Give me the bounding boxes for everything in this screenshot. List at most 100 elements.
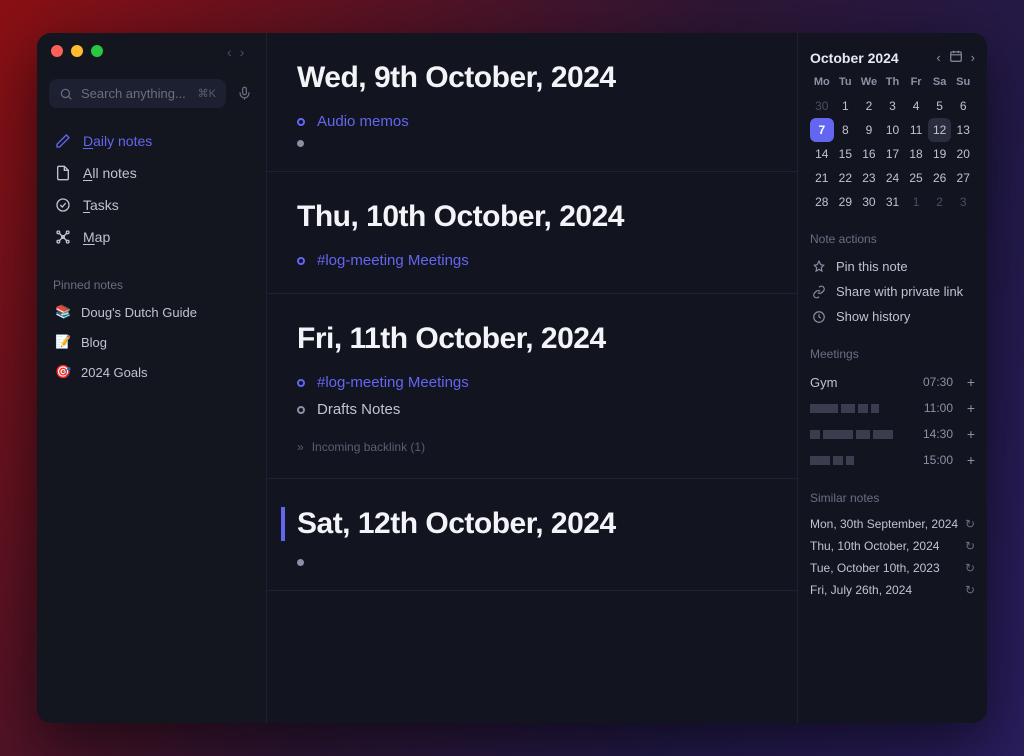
calendar-day[interactable]: 17 bbox=[881, 142, 905, 166]
similar-note-item[interactable]: Fri, July 26th, 2024 ↻ bbox=[810, 579, 975, 601]
meeting-name bbox=[810, 404, 915, 413]
bullet-link[interactable]: #log-meeting Meetings bbox=[317, 252, 469, 269]
calendar-day[interactable]: 30 bbox=[857, 190, 881, 214]
calendar-month[interactable]: October 2024 bbox=[810, 50, 899, 66]
day-title[interactable]: Fri, 11th October, 2024 bbox=[297, 322, 767, 356]
day-title[interactable]: Sat, 12th October, 2024 bbox=[281, 507, 767, 541]
add-meeting-note-button[interactable]: + bbox=[959, 452, 975, 468]
day-title[interactable]: Thu, 10th October, 2024 bbox=[297, 200, 767, 234]
bullet-dot-icon bbox=[297, 406, 305, 414]
calendar-day[interactable]: 28 bbox=[810, 190, 834, 214]
calendar-day[interactable]: 19 bbox=[928, 142, 952, 166]
close-window-button[interactable] bbox=[51, 45, 63, 57]
main-content[interactable]: Wed, 9th October, 2024 Audio memos Thu, 10… bbox=[267, 33, 797, 723]
calendar-day[interactable]: 10 bbox=[881, 118, 905, 142]
calendar-day[interactable]: 30 bbox=[810, 94, 834, 118]
nav-forward-button[interactable]: › bbox=[240, 44, 245, 60]
meeting-item[interactable]: Gym07:30+ bbox=[810, 369, 975, 395]
calendar-day[interactable]: 5 bbox=[928, 94, 952, 118]
similar-note-title: Mon, 30th September, 2024 bbox=[810, 517, 958, 531]
pinned-label: Pinned notes bbox=[37, 266, 266, 298]
note-actions-label: Note actions bbox=[810, 232, 975, 246]
add-meeting-note-button[interactable]: + bbox=[959, 374, 975, 390]
backlinks-row[interactable]: » Incoming backlink (1) bbox=[297, 440, 767, 454]
calendar-day[interactable]: 6 bbox=[951, 94, 975, 118]
minimize-window-button[interactable] bbox=[71, 45, 83, 57]
calendar-day[interactable]: 3 bbox=[881, 94, 905, 118]
calendar-day[interactable]: 12 bbox=[928, 118, 952, 142]
maximize-window-button[interactable] bbox=[91, 45, 103, 57]
calendar-day[interactable]: 7 bbox=[810, 118, 834, 142]
pin-note-action[interactable]: Pin this note bbox=[810, 254, 975, 279]
bullet-item[interactable]: Drafts Notes bbox=[297, 401, 767, 418]
meeting-item[interactable]: 15:00 + bbox=[810, 447, 975, 473]
bullet-item[interactable] bbox=[297, 559, 767, 566]
calendar-day[interactable]: 2 bbox=[928, 190, 952, 214]
pinned-item[interactable]: 📝Blog bbox=[45, 328, 258, 356]
meeting-name bbox=[810, 456, 915, 465]
calendar-day[interactable]: 8 bbox=[834, 118, 858, 142]
calendar-day[interactable]: 31 bbox=[881, 190, 905, 214]
similar-note-item[interactable]: Mon, 30th September, 2024 ↻ bbox=[810, 513, 975, 535]
calendar-prev-button[interactable]: ‹ bbox=[936, 50, 940, 65]
calendar-day[interactable]: 2 bbox=[857, 94, 881, 118]
nav-daily-notes[interactable]: DDaily notesaily notes bbox=[45, 126, 258, 156]
bullet-link[interactable]: #log-meeting Meetings bbox=[317, 374, 469, 391]
search-input[interactable]: Search anything... ⌘K bbox=[49, 79, 226, 108]
calendar-day[interactable]: 26 bbox=[928, 166, 952, 190]
calendar-day[interactable]: 4 bbox=[904, 94, 928, 118]
share-note-action[interactable]: Share with private link bbox=[810, 279, 975, 304]
calendar-day[interactable]: 16 bbox=[857, 142, 881, 166]
nav-back-button[interactable]: ‹ bbox=[227, 44, 232, 60]
pinned-item[interactable]: 📚Doug's Dutch Guide bbox=[45, 298, 258, 326]
calendar-day[interactable]: 11 bbox=[904, 118, 928, 142]
add-meeting-note-button[interactable]: + bbox=[959, 426, 975, 442]
nav-tasks[interactable]: Tasks bbox=[45, 190, 258, 220]
calendar-day[interactable]: 21 bbox=[810, 166, 834, 190]
history-action[interactable]: Show history bbox=[810, 304, 975, 329]
calendar-day[interactable]: 29 bbox=[834, 190, 858, 214]
bullet-item[interactable]: #log-meeting Meetings bbox=[297, 374, 767, 391]
bullet-link[interactable]: Audio memos bbox=[317, 113, 409, 130]
similar-note-item[interactable]: Tue, October 10th, 2023↻ bbox=[810, 557, 975, 579]
search-shortcut: ⌘K bbox=[198, 87, 216, 100]
calendar-day[interactable]: 9 bbox=[857, 118, 881, 142]
calendar-day[interactable]: 20 bbox=[951, 142, 975, 166]
calendar-next-button[interactable]: › bbox=[971, 50, 975, 65]
meeting-item[interactable]: 11:00+ bbox=[810, 395, 975, 421]
similar-note-item[interactable]: Thu, 10th October, 2024↻ bbox=[810, 535, 975, 557]
calendar-icon bbox=[949, 49, 963, 63]
history-nav: ‹ › bbox=[227, 44, 244, 60]
bullet-item[interactable]: Audio memos bbox=[297, 113, 767, 130]
meeting-time: 15:00 bbox=[915, 453, 953, 467]
bullet-item[interactable] bbox=[297, 140, 767, 147]
calendar-day[interactable]: 13 bbox=[951, 118, 975, 142]
nav-map[interactable]: Map bbox=[45, 222, 258, 252]
backlinks-text: Incoming backlink (1) bbox=[312, 440, 425, 454]
meeting-item[interactable]: 14:30+ bbox=[810, 421, 975, 447]
bullet-item[interactable]: #log-meeting Meetings bbox=[297, 252, 767, 269]
swap-icon[interactable]: ↻ bbox=[965, 583, 975, 597]
calendar-day[interactable]: 15 bbox=[834, 142, 858, 166]
calendar-day[interactable]: 3 bbox=[951, 190, 975, 214]
chevrons-icon: » bbox=[297, 440, 304, 454]
pinned-item[interactable]: 🎯2024 Goals bbox=[45, 358, 258, 386]
calendar-day[interactable]: 14 bbox=[810, 142, 834, 166]
similar-note-title: Fri, July 26th, 2024 bbox=[810, 583, 912, 597]
swap-icon[interactable]: ↻ bbox=[965, 561, 975, 575]
voice-input-button[interactable] bbox=[234, 86, 254, 101]
calendar-day[interactable]: 27 bbox=[951, 166, 975, 190]
day-title[interactable]: Wed, 9th October, 2024 bbox=[297, 61, 767, 95]
calendar-today-button[interactable] bbox=[949, 49, 963, 66]
calendar-day[interactable]: 18 bbox=[904, 142, 928, 166]
calendar-day[interactable]: 22 bbox=[834, 166, 858, 190]
swap-icon[interactable]: ↻ bbox=[965, 539, 975, 553]
add-meeting-note-button[interactable]: + bbox=[959, 400, 975, 416]
calendar-day[interactable]: 25 bbox=[904, 166, 928, 190]
calendar-day[interactable]: 24 bbox=[881, 166, 905, 190]
nav-all-notes[interactable]: All notes bbox=[45, 158, 258, 188]
swap-icon[interactable]: ↻ bbox=[965, 517, 975, 531]
calendar-day[interactable]: 1 bbox=[904, 190, 928, 214]
calendar-day[interactable]: 1 bbox=[834, 94, 858, 118]
calendar-day[interactable]: 23 bbox=[857, 166, 881, 190]
